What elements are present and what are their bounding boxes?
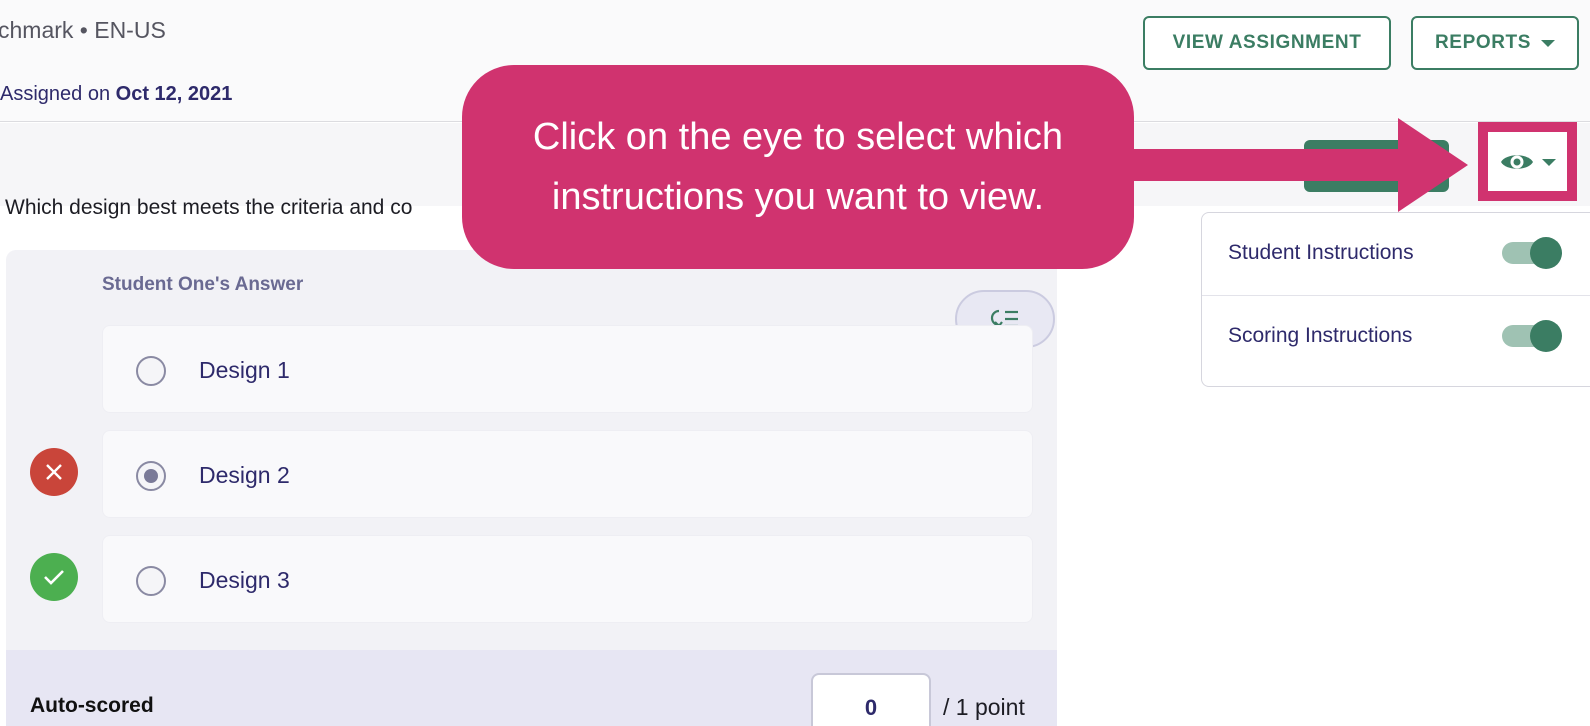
page: chmark • EN-US Assigned on Oct 12, 2021 … [0, 0, 1590, 726]
instructions-dropdown: Student Instructions Scoring Instruction… [1201, 212, 1590, 387]
toggle-knob [1530, 237, 1562, 269]
toggle-knob [1530, 319, 1562, 352]
dropdown-item-scoring-instructions[interactable]: Scoring Instructions [1202, 295, 1590, 375]
eye-icon [1501, 155, 1533, 169]
answer-option: Design 3 [102, 535, 1033, 623]
answer-option: Design 2 [102, 430, 1033, 518]
reports-dropdown-button[interactable]: REPORTS [1411, 16, 1579, 70]
assigned-prefix: Assigned on [0, 83, 116, 105]
answer-heading: Student One's Answer [102, 274, 304, 295]
chevron-down-icon [1541, 39, 1556, 47]
student-instructions-label: Student Instructions [1228, 241, 1414, 264]
reports-label: REPORTS [1434, 32, 1532, 53]
assigned-date: Oct 12, 2021 [115, 83, 233, 105]
question-text: Which design best meets the criteria and… [5, 196, 413, 219]
assignment-subtitle: chmark • EN-US [0, 17, 166, 43]
chevron-down-icon [1542, 158, 1556, 166]
score-label: Auto-scored [30, 694, 154, 717]
option-label: Design 3 [199, 567, 290, 593]
score-total: / 1 point [943, 694, 1025, 720]
view-instructions-button[interactable] [1493, 138, 1563, 186]
close-icon [46, 464, 62, 480]
callout-text: Click on the eye to select which instruc… [532, 116, 1064, 218]
scoring-instructions-label: Scoring Instructions [1228, 323, 1413, 347]
view-assignment-label: VIEW ASSIGNMENT [1172, 32, 1362, 53]
option-radio-selected [136, 461, 166, 491]
option-radio [136, 356, 166, 386]
check-icon [44, 570, 64, 585]
tutorial-callout: Click on the eye to select which instruc… [462, 65, 1134, 269]
assigned-date-line: Assigned on Oct 12, 2021 [0, 83, 232, 106]
scoring-instructions-toggle[interactable] [1502, 319, 1562, 352]
correct-marker [30, 553, 78, 601]
score-input[interactable]: 0 [811, 673, 931, 726]
view-assignment-button[interactable]: VIEW ASSIGNMENT [1143, 16, 1391, 70]
answer-option: Design 1 [102, 325, 1033, 413]
option-radio [136, 566, 166, 596]
option-label: Design 1 [199, 357, 290, 383]
student-instructions-toggle[interactable] [1502, 237, 1562, 269]
dropdown-item-student-instructions[interactable]: Student Instructions [1202, 213, 1590, 293]
pointer-arrow [1126, 118, 1468, 212]
option-label: Design 2 [199, 462, 290, 488]
incorrect-marker [30, 448, 78, 496]
